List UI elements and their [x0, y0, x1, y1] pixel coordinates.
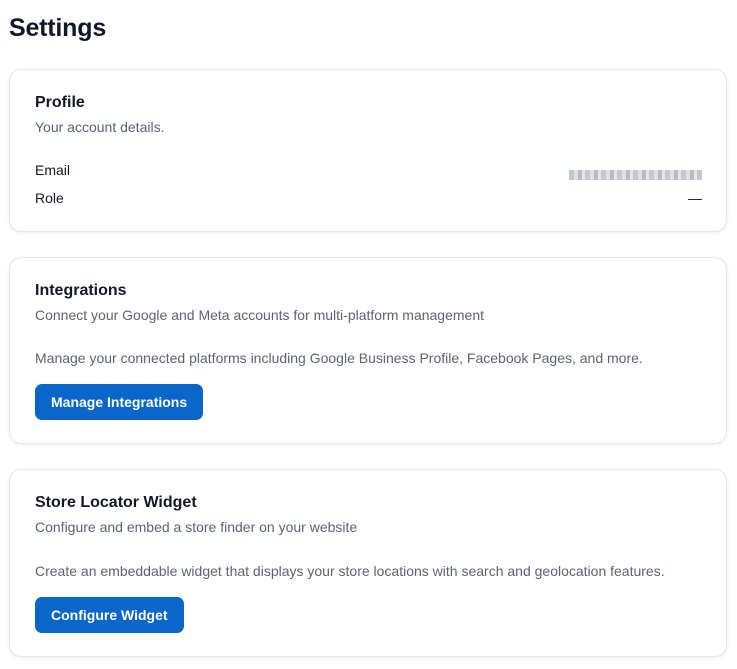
profile-title: Profile	[35, 94, 85, 111]
store-locator-card: Store Locator Widget Configure and embed…	[9, 469, 727, 657]
configure-widget-button[interactable]: Configure Widget	[35, 597, 184, 633]
store-locator-subtitle: Configure and embed a store finder on yo…	[35, 519, 358, 535]
profile-card: Profile Your account details. Email Role…	[9, 69, 727, 232]
page-title: Settings	[9, 14, 107, 42]
store-locator-description: Create an embeddable widget that display…	[35, 563, 665, 579]
profile-subtitle: Your account details.	[35, 119, 165, 135]
role-label: Role	[35, 190, 64, 206]
manage-integrations-button[interactable]: Manage Integrations	[35, 384, 204, 420]
integrations-card: Integrations Connect your Google and Met…	[9, 257, 727, 444]
role-value: —	[688, 190, 702, 206]
email-value-redacted	[569, 166, 702, 182]
integrations-subtitle: Connect your Google and Meta accounts fo…	[35, 307, 485, 323]
integrations-description: Manage your connected platforms includin…	[35, 350, 643, 366]
store-locator-title: Store Locator Widget	[35, 494, 197, 511]
redacted-email-block	[569, 170, 702, 181]
integrations-title: Integrations	[35, 282, 127, 299]
email-label: Email	[35, 162, 71, 178]
